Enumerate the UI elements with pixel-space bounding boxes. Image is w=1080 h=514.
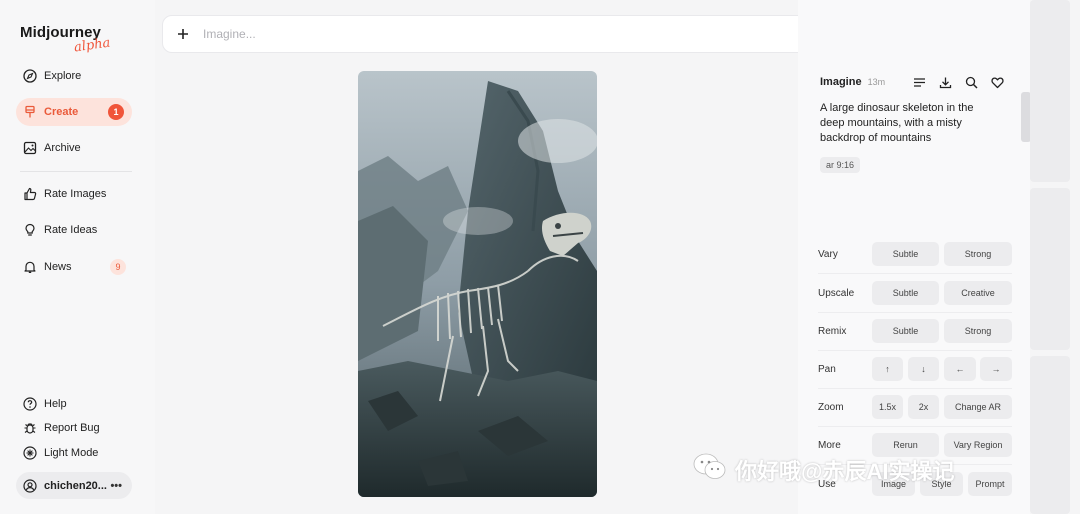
username: chichen20... [44,479,107,492]
pan-down-button[interactable]: ↓ [908,357,939,381]
sidebar-item-label: Archive [44,142,81,154]
create-count-badge: 1 [108,104,124,120]
row-label: Remix [818,326,847,337]
sidebar-item-create[interactable]: Create 1 [16,98,132,126]
heart-icon[interactable] [990,75,1005,90]
sidebar-item-label: Report Bug [44,422,100,434]
sidebar-item-label: Light Mode [44,447,99,459]
help-icon [22,396,38,412]
pan-up-button[interactable]: ↑ [872,357,903,381]
panel-actions [912,75,1005,90]
sidebar: Midjourney alpha Explore Create 1 Archiv… [0,0,155,514]
compass-icon [22,68,38,84]
download-icon[interactable] [938,75,953,90]
sidebar-item-rate-images[interactable]: Rate Images [16,180,132,208]
sidebar-item-label: Create [44,106,79,118]
sidebar-item-label: Help [44,398,67,410]
action-row-zoom: Zoom 1.5x 2x Change AR [818,389,1012,427]
thumbnail-strip-item[interactable] [1030,188,1070,350]
sidebar-divider [20,171,132,172]
brush-icon [22,104,38,120]
sidebar-item-label: News [44,261,72,273]
pan-left-button[interactable]: ← [944,357,976,381]
sidebar-item-news[interactable]: News 9 [16,253,132,281]
bell-icon [22,259,38,275]
upscale-creative-button[interactable]: Creative [944,281,1012,305]
row-label: Upscale [818,288,855,299]
generated-image[interactable] [358,71,597,497]
bug-icon [22,420,38,436]
image-details-panel: Imagine 13m A large dinosaur skeleton in… [798,0,1030,514]
user-icon [22,478,38,494]
image-icon [22,140,38,156]
action-row-vary: Vary Subtle Strong [818,236,1012,274]
sidebar-item-light-mode[interactable]: Light Mode [16,439,132,467]
thumbnail-strip-item[interactable] [1030,356,1070,514]
user-menu[interactable]: chichen20... ••• [16,472,132,499]
row-label: Vary [818,249,838,260]
wechat-icon [693,452,727,488]
sidebar-item-archive[interactable]: Archive [16,134,132,162]
pan-right-button[interactable]: → [980,357,1012,381]
sidebar-item-label: Explore [44,70,82,82]
panel-title: Imagine [820,76,862,88]
use-prompt-button[interactable]: Prompt [968,472,1012,496]
watermark: 你好哦@赤辰AI实操记 [693,452,954,488]
sidebar-item-rate-ideas[interactable]: Rate Ideas [16,216,132,244]
plus-icon[interactable] [163,27,203,41]
thumbnail-strip-item[interactable] [1030,0,1070,182]
row-label: Zoom [818,402,844,413]
sun-icon [22,445,38,461]
sidebar-item-label: Rate Ideas [44,224,98,236]
remix-subtle-button[interactable]: Subtle [872,319,939,343]
news-count-badge: 9 [110,259,126,275]
vary-subtle-button[interactable]: Subtle [872,242,939,266]
action-row-remix: Remix Subtle Strong [818,313,1012,351]
sidebar-item-report-bug[interactable]: Report Bug [16,414,132,442]
panel-timestamp: 13m [867,77,886,87]
zoom-2x-button[interactable]: 2x [908,395,939,419]
remix-strong-button[interactable]: Strong [944,319,1012,343]
action-row-upscale: Upscale Subtle Creative [818,275,1012,313]
sidebar-item-label: Rate Images [44,188,107,200]
zoom-1-5x-button[interactable]: 1.5x [872,395,903,419]
upscale-subtle-button[interactable]: Subtle [872,281,939,305]
panel-header: Imagine 13m [820,76,885,88]
search-icon[interactable] [964,75,979,90]
row-label: Pan [818,364,836,375]
watermark-text: 你好哦@赤辰AI实操记 [735,459,955,484]
list-icon[interactable] [912,75,927,90]
change-ar-button[interactable]: Change AR [944,395,1012,419]
vary-strong-button[interactable]: Strong [944,242,1012,266]
more-icon[interactable]: ••• [110,480,122,492]
thumbs-up-icon [22,186,38,202]
logo[interactable]: Midjourney alpha [20,24,111,55]
sidebar-item-explore[interactable]: Explore [16,62,132,90]
aspect-ratio-chip: ar 9:16 [820,157,861,173]
lightbulb-icon [22,222,38,238]
prompt-text[interactable]: A large dinosaur skeleton in the deep mo… [820,101,980,146]
dinosaur-skeleton-image [358,71,597,497]
action-row-pan: Pan ↑ ↓ ← → [818,351,1012,389]
